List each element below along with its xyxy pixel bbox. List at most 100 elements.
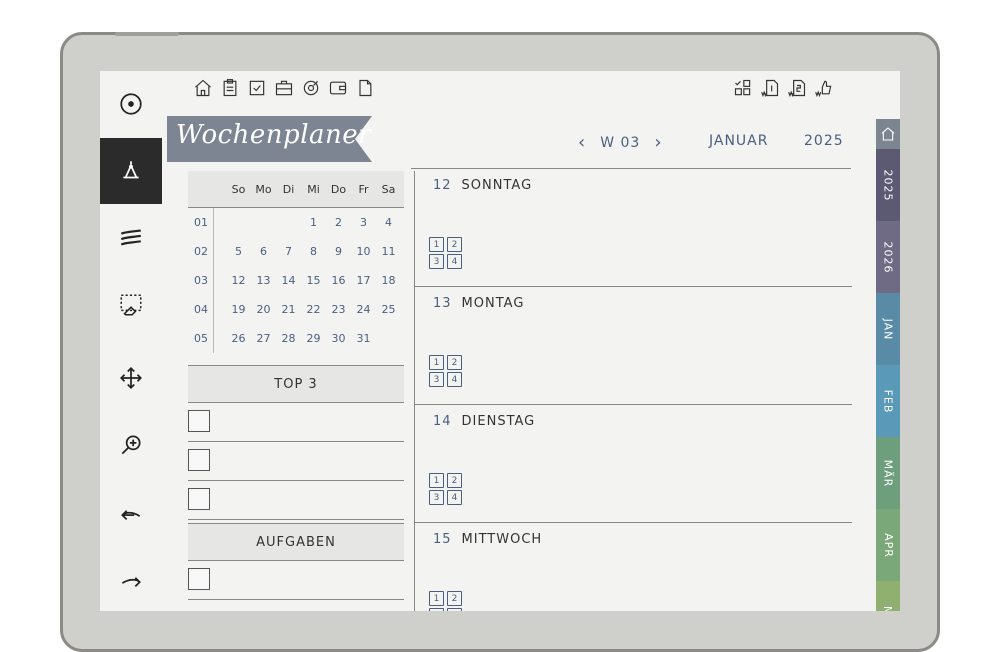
calendar-day[interactable]: 20 [251, 303, 276, 316]
briefcase-icon[interactable] [273, 77, 295, 99]
home-icon[interactable] [192, 77, 214, 99]
calendar-day[interactable]: 30 [326, 332, 351, 345]
calendar-day[interactable]: 1 [301, 216, 326, 229]
tab-month[interactable]: FEB [876, 365, 900, 437]
week1-icon[interactable] [759, 77, 781, 99]
move-tool-button[interactable] [100, 345, 162, 411]
day-section: 14 DIENSTAG 1 2 3 4 [415, 405, 852, 523]
calendar-day[interactable]: 29 [301, 332, 326, 345]
calendar-day[interactable]: 25 [376, 303, 401, 316]
day-title: 13 MONTAG [433, 296, 524, 311]
weekday-label: Mi [307, 182, 320, 196]
calendar-day[interactable]: 27 [251, 332, 276, 345]
page-link-icon[interactable]: 1 [429, 591, 444, 606]
tab-month[interactable]: JAN [876, 293, 900, 365]
checkbox[interactable] [188, 449, 210, 471]
tab-year[interactable]: 2026 [876, 221, 900, 293]
year-link[interactable]: 2025 [804, 133, 844, 149]
page-link-icon[interactable]: 1 [429, 473, 444, 488]
calendar-day[interactable]: 18 [376, 274, 401, 287]
calendar-day[interactable]: 8 [301, 245, 326, 258]
calendar-week-row: 05 26 27 28 29 30 31 [188, 324, 404, 353]
page-link-icon[interactable]: 2 [447, 237, 462, 252]
page-link-icon[interactable]: 3 [429, 372, 444, 387]
grid-check-icon[interactable] [732, 77, 754, 99]
clipboard-icon[interactable] [219, 77, 241, 99]
calendar-day[interactable]: 11 [376, 245, 401, 258]
calendar-day[interactable]: 26 [226, 332, 251, 345]
undo-button[interactable] [100, 481, 162, 547]
checkbox[interactable] [188, 410, 210, 432]
calendar-day[interactable]: 5 [226, 245, 251, 258]
page-link-icon[interactable]: 1 [429, 355, 444, 370]
page-links: 1234 [429, 355, 469, 387]
week-label[interactable]: W 03 [600, 135, 640, 151]
week-number[interactable]: 04 [188, 295, 214, 324]
page-icon[interactable] [354, 77, 376, 99]
calendar-day[interactable]: 7 [276, 245, 301, 258]
calendar-day[interactable]: 13 [251, 274, 276, 287]
page-link-icon[interactable]: 2 [447, 591, 462, 606]
pen-tool-button[interactable] [100, 71, 162, 137]
tab-month[interactable]: MÄR [876, 437, 900, 509]
week2-icon[interactable] [786, 77, 808, 99]
calendar-day[interactable]: 28 [276, 332, 301, 345]
calendar-day[interactable]: 9 [326, 245, 351, 258]
week-number[interactable]: 01 [188, 208, 214, 237]
week-number[interactable]: 03 [188, 266, 214, 295]
eraser-tool-button[interactable] [100, 272, 162, 338]
week-number[interactable]: 02 [188, 237, 214, 266]
checkbox[interactable] [188, 568, 210, 590]
calendar-day[interactable]: 19 [226, 303, 251, 316]
week-navigation: ‹ W 03 › [578, 132, 663, 153]
shape-tool-button[interactable] [100, 138, 162, 204]
calendar-day[interactable]: 21 [276, 303, 301, 316]
checkbox-icon[interactable] [246, 77, 268, 99]
zoom-tool-button[interactable] [100, 412, 162, 478]
goal-icon[interactable] [300, 77, 322, 99]
day-title: 12 SONNTAG [433, 178, 532, 193]
calendar-day[interactable]: 17 [351, 274, 376, 287]
page-link-icon[interactable]: 2 [447, 355, 462, 370]
page-link-icon[interactable]: 3 [429, 254, 444, 269]
page-link-icon[interactable]: 4 [447, 490, 462, 505]
calendar-day[interactable]: 4 [376, 216, 401, 229]
calendar-day[interactable]: 6 [251, 245, 276, 258]
calendar-day[interactable]: 31 [351, 332, 376, 345]
next-week-button[interactable]: › [654, 132, 662, 153]
calendar-day[interactable]: 15 [301, 274, 326, 287]
brush-tool-button[interactable] [100, 205, 162, 271]
calendar-day[interactable]: 3 [351, 216, 376, 229]
prev-week-button[interactable]: ‹ [578, 132, 586, 153]
tab-label: MÄR [881, 459, 895, 487]
redo-button[interactable] [100, 548, 162, 611]
tab-month[interactable]: APR [876, 509, 900, 581]
page-link-icon[interactable]: 4 [447, 608, 462, 611]
wallet-icon[interactable] [327, 77, 349, 99]
month-link[interactable]: JANUAR [709, 133, 768, 149]
top3-item-1 [188, 403, 404, 442]
calendar-day[interactable]: 16 [326, 274, 351, 287]
page-link-icon[interactable]: 4 [447, 254, 462, 269]
checkbox[interactable] [188, 488, 210, 510]
calendar-day[interactable]: 22 [301, 303, 326, 316]
page-link-icon[interactable]: 2 [447, 473, 462, 488]
tab-year[interactable]: 2025 [876, 149, 900, 221]
page-link-icon[interactable]: 3 [429, 608, 444, 611]
calendar-day[interactable]: 23 [326, 303, 351, 316]
day-title: 15 MITTWOCH [433, 532, 542, 547]
calendar-day[interactable]: 24 [351, 303, 376, 316]
calendar-day[interactable]: 14 [276, 274, 301, 287]
home-tab[interactable] [876, 119, 900, 149]
calendar-day[interactable]: 2 [326, 216, 351, 229]
page-link-icon[interactable]: 1 [429, 237, 444, 252]
thumbs-up-icon[interactable] [813, 77, 835, 99]
page-link-icon[interactable]: 4 [447, 372, 462, 387]
tab-month[interactable]: MAI [876, 581, 900, 611]
page-link-icon[interactable]: 3 [429, 490, 444, 505]
zoom-in-icon [121, 435, 141, 455]
day-name: SONNTAG [461, 178, 533, 193]
calendar-day[interactable]: 10 [351, 245, 376, 258]
calendar-day[interactable]: 12 [226, 274, 251, 287]
week-number[interactable]: 05 [188, 324, 214, 353]
